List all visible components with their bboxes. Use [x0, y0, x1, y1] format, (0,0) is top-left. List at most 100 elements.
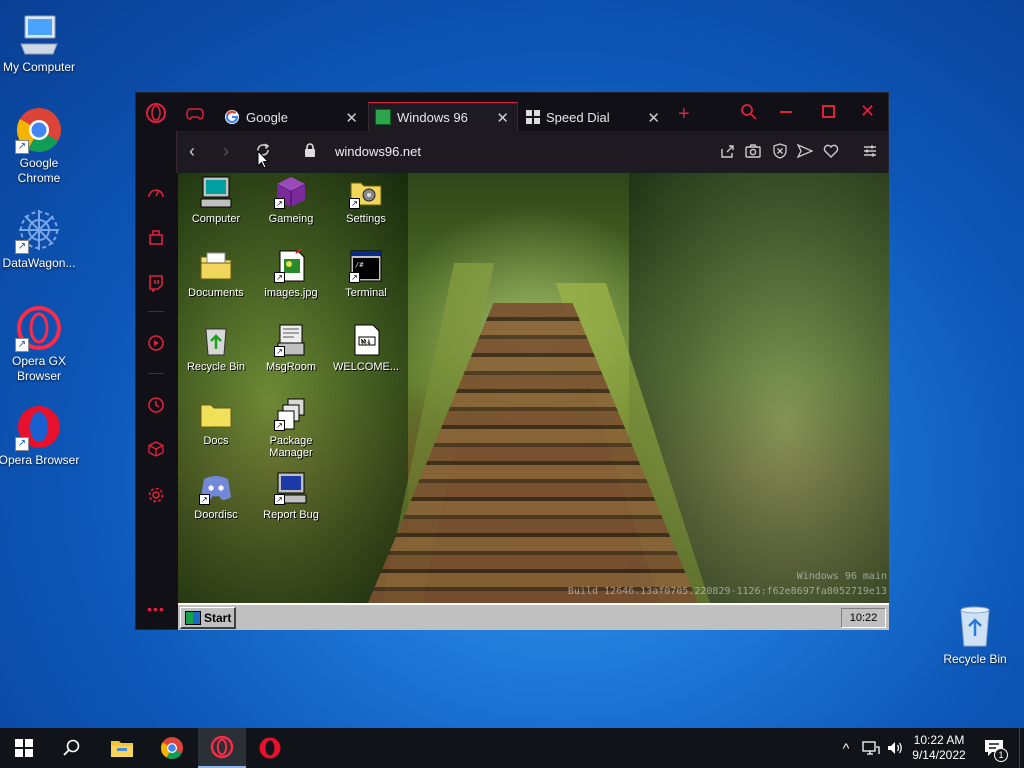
- taskbar-opera-gx[interactable]: [198, 728, 246, 768]
- taskbar-opera[interactable]: [246, 728, 294, 768]
- sidebar-divider: [148, 311, 164, 312]
- w96-start-button[interactable]: Start: [180, 607, 236, 629]
- extensions-cube-icon[interactable]: [146, 439, 166, 459]
- computer-icon: [199, 175, 233, 209]
- w96-icon-report-bug[interactable]: ↗ Report Bug: [253, 471, 329, 521]
- w96-icon-package-manager[interactable]: ↗ Package Manager: [253, 397, 329, 459]
- search-icon[interactable]: [740, 103, 758, 126]
- windows-taskbar: ^ 10:22 AM 9/14/2022 1: [0, 728, 1024, 768]
- history-icon[interactable]: [146, 395, 166, 415]
- desktop-icon-label: Recycle Bin: [943, 652, 1007, 666]
- notification-count-badge: 1: [994, 748, 1008, 762]
- speed-dial-icon: [526, 110, 540, 124]
- close-icon[interactable]: ✕: [496, 109, 509, 127]
- w96-icon-computer[interactable]: Computer: [178, 175, 254, 225]
- w96-icon-documents[interactable]: Documents: [178, 249, 254, 299]
- maximize-icon[interactable]: [822, 105, 835, 118]
- w96-icon-recycle-bin[interactable]: Recycle Bin: [178, 323, 254, 373]
- tab-google[interactable]: Google ✕: [218, 103, 366, 131]
- desktop-icon-label: Opera Browser: [0, 453, 80, 467]
- desktop-icon-opera[interactable]: ↗ Opera Browser: [0, 403, 81, 468]
- show-hidden-icons-chevron[interactable]: ^: [836, 728, 856, 768]
- opera-icon: [259, 737, 281, 759]
- url-field[interactable]: windows96.net: [335, 144, 421, 159]
- send-icon[interactable]: [796, 143, 814, 163]
- clock[interactable]: 10:22 AM 9/14/2022: [906, 728, 972, 768]
- desktop-icon-label: DataWagon...: [2, 256, 76, 270]
- w96-icon-images-jpg[interactable]: ↗ images.jpg: [253, 246, 329, 299]
- desktop-icon-label: Opera GX Browser: [11, 354, 67, 383]
- package-manager-icon: ↗: [274, 397, 308, 431]
- player-icon[interactable]: [146, 333, 166, 353]
- minimize-icon[interactable]: [780, 111, 792, 113]
- w96-icon-gameing[interactable]: ↗ Gameing: [253, 175, 329, 225]
- lock-icon: [304, 143, 316, 162]
- new-tab-plus-icon[interactable]: +: [678, 104, 690, 124]
- tab-windows-96[interactable]: Windows 96 ✕: [368, 102, 518, 131]
- back-arrow-icon[interactable]: ‹: [189, 141, 195, 162]
- chrome-icon: ↗: [15, 106, 63, 154]
- recycle-bin-icon: [951, 602, 999, 650]
- close-icon[interactable]: ✕: [345, 109, 358, 127]
- opera-icon: ↗: [15, 403, 63, 451]
- share-icon[interactable]: [720, 144, 735, 164]
- w96-icon-settings[interactable]: ↗ Settings: [328, 175, 404, 225]
- address-bar: ‹ › windows96.net: [176, 131, 888, 173]
- clock-date: 9/14/2022: [912, 748, 966, 762]
- close-icon[interactable]: ✕: [647, 109, 660, 127]
- datawagon-icon: ↗: [15, 206, 63, 254]
- build-watermark-version: Build 12646.13af0705.220829-1126:f62e869…: [567, 586, 887, 597]
- gamepad-icon[interactable]: [186, 107, 204, 126]
- windows96-desktop[interactable]: Computer Documents Recycle Bin Docs ↗ Do…: [178, 173, 889, 630]
- desktop-icon-google-chrome[interactable]: ↗ Google Chrome: [0, 106, 81, 186]
- mouse-cursor-icon: [257, 149, 270, 175]
- start-button[interactable]: [0, 728, 48, 768]
- show-desktop-button[interactable]: [1019, 728, 1024, 768]
- taskbar-chrome[interactable]: [148, 728, 196, 768]
- desktop-icon-opera-gx[interactable]: ↗ Opera GX Browser: [0, 304, 81, 384]
- ad-blocker-icon[interactable]: [772, 143, 788, 164]
- svg-text:/#: /#: [355, 261, 364, 269]
- settings-gear-icon[interactable]: [146, 485, 166, 505]
- notifications-button[interactable]: 1: [980, 728, 1008, 768]
- shortcut-arrow-icon: ↗: [199, 494, 210, 505]
- network-icon[interactable]: [860, 728, 882, 768]
- speedometer-icon[interactable]: [146, 183, 166, 203]
- tab-speed-dial[interactable]: Speed Dial ✕: [520, 103, 668, 131]
- desktop-icon-recycle-bin[interactable]: Recycle Bin: [933, 602, 1017, 667]
- easy-setup-icon[interactable]: [863, 144, 877, 163]
- w96-icon-welcome[interactable]: M↓ WELCOME...: [328, 323, 404, 373]
- opera-gx-window: ••• Google ✕ Windows 96 ✕ Speed Dial ✕ +…: [135, 92, 889, 630]
- chrome-icon: [161, 737, 183, 759]
- opera-gx-menu-icon[interactable]: [144, 101, 168, 125]
- window-close-icon[interactable]: ✕: [860, 101, 875, 122]
- gx-corner-icon[interactable]: [146, 227, 166, 247]
- forward-arrow-icon[interactable]: ›: [223, 141, 229, 162]
- more-options-icon[interactable]: •••: [146, 599, 166, 619]
- heart-icon[interactable]: [823, 144, 839, 163]
- w96-icon-doordisc[interactable]: ↗ Doordisc: [178, 471, 254, 521]
- clock-time: 10:22 AM: [913, 733, 965, 747]
- google-icon: [224, 109, 240, 125]
- w96-icon-msgroom[interactable]: ↗ MsgRoom: [253, 323, 329, 373]
- msgroom-icon: ↗: [274, 323, 308, 357]
- windows96-icon: [375, 109, 391, 125]
- taskbar-file-explorer[interactable]: [98, 728, 146, 768]
- shortcut-arrow-icon: ↗: [15, 140, 29, 154]
- image-file-icon: ↗: [274, 246, 308, 283]
- windows96-logo-icon: [185, 610, 201, 625]
- game-cube-icon: ↗: [274, 175, 308, 209]
- sidebar-divider: [148, 373, 164, 374]
- shortcut-arrow-icon: ↗: [15, 338, 29, 352]
- shortcut-arrow-icon: ↗: [15, 240, 29, 254]
- w96-icon-docs[interactable]: Docs: [178, 397, 254, 447]
- w96-icon-terminal[interactable]: /# ↗ Terminal: [328, 249, 404, 299]
- twitch-icon[interactable]: [146, 273, 166, 293]
- taskbar-search-button[interactable]: [48, 728, 96, 768]
- shortcut-arrow-icon: ↗: [15, 437, 29, 451]
- volume-icon[interactable]: [884, 728, 906, 768]
- desktop-icon-datawagon[interactable]: ↗ DataWagon...: [0, 206, 81, 271]
- camera-icon[interactable]: [745, 144, 761, 163]
- svg-text:M↓: M↓: [361, 339, 371, 346]
- desktop-icon-my-computer[interactable]: My Computer: [0, 10, 81, 75]
